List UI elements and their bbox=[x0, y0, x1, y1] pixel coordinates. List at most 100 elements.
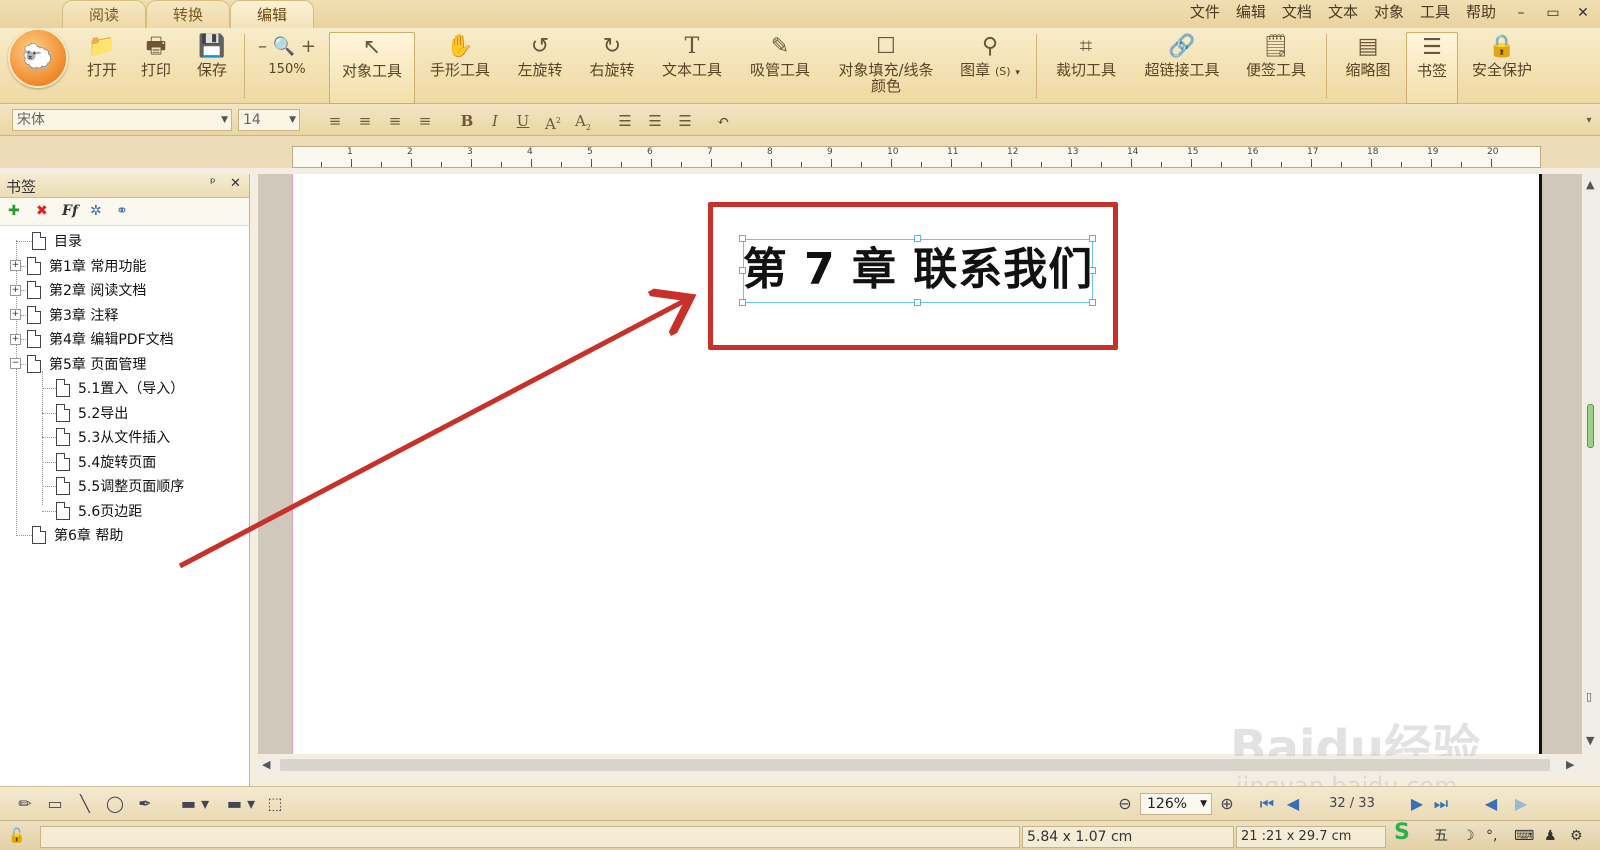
horizontal-scroll-thumb[interactable] bbox=[280, 759, 1550, 771]
vertical-scroll-thumb[interactable] bbox=[1587, 404, 1594, 448]
chapter-heading-text[interactable]: 第 7 章 联系我们 bbox=[742, 238, 1094, 302]
close-icon[interactable]: ✕ bbox=[230, 176, 241, 191]
user-icon[interactable]: ♟ bbox=[1544, 826, 1557, 846]
resize-handle[interactable] bbox=[914, 299, 921, 306]
resize-handle[interactable] bbox=[739, 267, 746, 274]
lock-icon[interactable]: 🔓 bbox=[8, 826, 25, 846]
bookmark-item[interactable]: + 第4章 编辑PDF文档 bbox=[10, 328, 174, 350]
select-area-icon[interactable]: ⬚ bbox=[264, 793, 286, 815]
scroll-down-icon[interactable]: ▼ bbox=[1586, 734, 1594, 747]
scroll-left-icon[interactable]: ◀ bbox=[262, 758, 270, 771]
zoom-out-icon[interactable]: ⊖ bbox=[1114, 793, 1136, 815]
back-icon[interactable]: ◀ bbox=[1480, 793, 1502, 815]
zoom-out-button[interactable]: – bbox=[258, 36, 267, 57]
superscript-button[interactable]: A2 bbox=[542, 110, 564, 133]
resize-handle[interactable] bbox=[739, 299, 746, 306]
next-page-icon[interactable]: ▶ bbox=[1406, 793, 1428, 815]
resize-handle[interactable] bbox=[1089, 235, 1096, 242]
stamp-button[interactable]: ⚲ 图章 (S) ▾ bbox=[952, 32, 1028, 104]
line-spacing-2-icon[interactable]: ☰ bbox=[644, 110, 666, 132]
minimize-button[interactable]: – bbox=[1510, 2, 1532, 24]
line-width-select[interactable]: ▬ ▾ bbox=[220, 793, 262, 815]
bookmark-item[interactable]: + 第3章 注释 bbox=[10, 304, 118, 326]
align-justify-icon[interactable]: ≡ bbox=[414, 110, 436, 132]
moon-icon[interactable]: ☽ bbox=[1462, 826, 1475, 846]
expand-icon[interactable]: + bbox=[10, 333, 21, 345]
app-logo-icon[interactable]: 🐑 bbox=[8, 28, 68, 88]
tab-edit[interactable]: 编辑 bbox=[230, 0, 314, 28]
align-center-icon[interactable]: ≡ bbox=[354, 110, 376, 132]
align-left-icon[interactable]: ≡ bbox=[324, 110, 346, 132]
object-tool-button[interactable]: ↖ 对象工具 bbox=[329, 32, 415, 104]
expand-icon[interactable]: + bbox=[10, 260, 21, 271]
rectangle-icon[interactable]: ▭ bbox=[44, 793, 66, 815]
menu-file[interactable]: 文件 bbox=[1182, 0, 1228, 24]
bookmark-item[interactable]: + 第1章 常用功能 bbox=[10, 255, 146, 277]
horizontal-scrollbar[interactable]: ◀ ▶ bbox=[258, 756, 1582, 774]
line-spacing-1-icon[interactable]: ☰ bbox=[614, 110, 636, 132]
resize-handle[interactable] bbox=[1089, 267, 1096, 274]
font-style-icon[interactable]: Ff bbox=[62, 203, 78, 219]
first-page-icon[interactable]: ⏮ bbox=[1256, 793, 1278, 815]
scroll-thumb-lower[interactable]: ▯ bbox=[1586, 690, 1592, 703]
line-spacing-3-icon[interactable]: ☰ bbox=[674, 110, 696, 132]
underline-button[interactable]: U bbox=[512, 110, 534, 132]
menu-edit[interactable]: 编辑 bbox=[1228, 0, 1274, 24]
bookmark-item[interactable]: 5.5调整页面顺序 bbox=[56, 475, 184, 497]
last-page-icon[interactable]: ⏭ bbox=[1430, 793, 1452, 815]
thumbnails-button[interactable]: ▤ 缩略图 bbox=[1336, 32, 1400, 104]
bookmark-item[interactable]: 5.4旋转页面 bbox=[56, 451, 156, 473]
resize-handle[interactable] bbox=[739, 235, 746, 242]
text-tool-button[interactable]: T 文本工具 bbox=[652, 32, 732, 104]
menu-help[interactable]: 帮助 bbox=[1458, 0, 1504, 24]
expand-icon[interactable]: + bbox=[10, 284, 21, 296]
save-button[interactable]: 💾 保存 bbox=[190, 32, 234, 104]
zoom-select[interactable]: 126% ▼ bbox=[1140, 793, 1212, 815]
resize-handle[interactable] bbox=[1089, 299, 1096, 306]
tab-read[interactable]: 阅读 bbox=[62, 0, 146, 28]
chevron-down-icon[interactable]: ▾ bbox=[1015, 68, 1020, 78]
hand-tool-button[interactable]: ✋ 手形工具 bbox=[420, 32, 500, 104]
magic-wand-icon[interactable]: ✲ bbox=[90, 203, 102, 219]
settings-grid-icon[interactable]: ⚙ bbox=[1570, 826, 1583, 846]
collapse-icon[interactable]: − bbox=[10, 358, 21, 369]
note-tool-button[interactable]: 🗒 便签工具 bbox=[1236, 32, 1316, 104]
keyboard-icon[interactable]: ⌨ bbox=[1514, 826, 1534, 846]
font-size-select[interactable]: 14 ▼ bbox=[238, 109, 300, 131]
print-button[interactable]: 🖶 打印 bbox=[134, 32, 178, 104]
menu-tools[interactable]: 工具 bbox=[1412, 0, 1458, 24]
forward-icon[interactable]: ▶ bbox=[1510, 793, 1532, 815]
zoom-in-icon[interactable]: ⊕ bbox=[1216, 793, 1238, 815]
expand-icon[interactable]: + bbox=[10, 309, 21, 320]
crop-tool-button[interactable]: ⌗ 裁切工具 bbox=[1046, 32, 1126, 104]
menu-document[interactable]: 文档 bbox=[1274, 0, 1320, 24]
previous-page-icon[interactable]: ◀ bbox=[1282, 793, 1304, 815]
bookmark-item[interactable]: − 第5章 页面管理 bbox=[10, 353, 146, 375]
line-icon[interactable]: ╲ bbox=[74, 793, 96, 815]
bold-button[interactable]: B bbox=[456, 110, 478, 132]
subscript-button[interactable]: A2 bbox=[572, 110, 594, 132]
bookmark-item[interactable]: + 第2章 阅读文档 bbox=[10, 279, 146, 301]
security-button[interactable]: 🔒 安全保护 bbox=[1466, 32, 1538, 104]
page-indicator[interactable]: 32 / 33 bbox=[1312, 793, 1392, 815]
vertical-scrollbar[interactable]: ▲ ▯ ▼ bbox=[1582, 174, 1600, 754]
scroll-right-icon[interactable]: ▶ bbox=[1566, 758, 1574, 771]
zoom-in-button[interactable]: + bbox=[301, 36, 316, 57]
pencil-icon[interactable]: ✏ bbox=[14, 793, 36, 815]
pen-nib-icon[interactable]: ✒ bbox=[134, 793, 156, 815]
tab-convert[interactable]: 转换 bbox=[146, 0, 230, 28]
punctuation-icon[interactable]: °, bbox=[1486, 826, 1497, 846]
toolbar-overflow-icon[interactable]: ▾ bbox=[1578, 110, 1600, 132]
rotate-right-button[interactable]: ↻ 右旋转 bbox=[580, 32, 644, 104]
pin-icon[interactable]: ᵖ bbox=[210, 176, 216, 191]
ellipse-icon[interactable]: ◯ bbox=[104, 793, 126, 815]
bookmark-item[interactable]: 5.3从文件插入 bbox=[56, 426, 170, 448]
bookmark-item[interactable]: 目录 bbox=[32, 230, 82, 252]
bookmark-item[interactable]: 第6章 帮助 bbox=[32, 524, 123, 546]
rotate-left-button[interactable]: ↺ 左旋转 bbox=[508, 32, 572, 104]
menu-object[interactable]: 对象 bbox=[1366, 0, 1412, 24]
binoculars-icon[interactable]: ⚭ bbox=[116, 203, 128, 219]
scroll-up-icon[interactable]: ▲ bbox=[1586, 178, 1594, 191]
sogou-ime-icon[interactable]: S bbox=[1394, 822, 1410, 844]
bookmark-item[interactable]: 5.2导出 bbox=[56, 402, 128, 424]
